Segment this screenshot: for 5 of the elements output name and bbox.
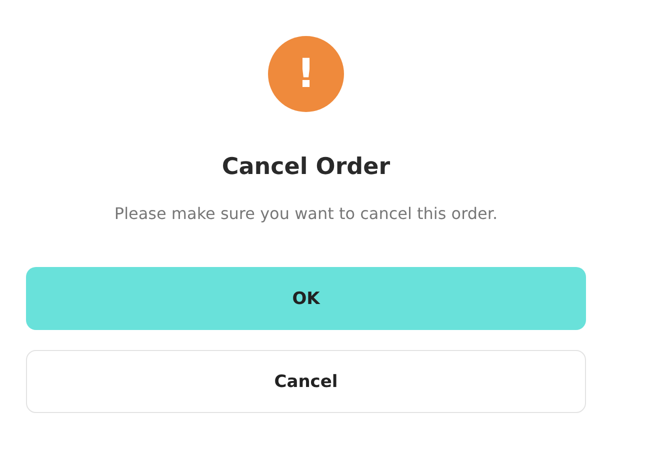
- dialog-message: Please make sure you want to cancel this order.: [114, 204, 498, 223]
- dialog-title: Cancel Order: [222, 154, 390, 180]
- ok-button[interactable]: OK: [26, 267, 586, 330]
- cancel-button[interactable]: Cancel: [26, 350, 586, 413]
- warning-icon: !: [268, 36, 344, 112]
